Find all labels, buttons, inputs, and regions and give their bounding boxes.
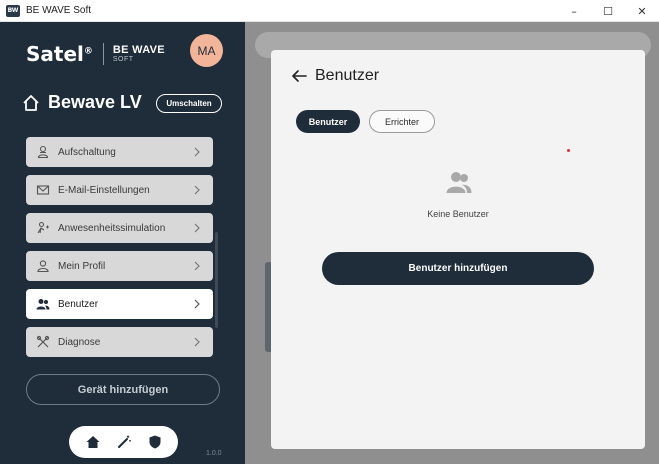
chevron-right-icon xyxy=(194,261,200,271)
house-icon xyxy=(23,94,39,111)
shield-icon[interactable] xyxy=(147,434,163,450)
users-panel: Benutzer Benutzer Errichter Keine Benutz… xyxy=(271,50,645,449)
menu-item-my-profile[interactable]: Mein Profil xyxy=(26,251,213,281)
menu-item-label: Benutzer xyxy=(58,298,99,310)
minimize-button[interactable]: – xyxy=(557,0,591,22)
magic-wand-icon[interactable] xyxy=(116,434,132,450)
chevron-right-icon xyxy=(194,185,200,195)
user-icon xyxy=(37,260,49,273)
close-button[interactable]: ✕ xyxy=(625,0,659,22)
menu-item-label: Mein Profil xyxy=(58,260,106,272)
empty-state-text: Keine Benutzer xyxy=(427,209,489,219)
chevron-right-icon xyxy=(194,223,200,233)
menu-item-label: Aufschaltung xyxy=(58,146,116,158)
menu-item-email-settings[interactable]: E-Mail-Einstellungen xyxy=(26,175,213,205)
chevron-right-icon xyxy=(194,299,200,309)
menu-item-diagnose[interactable]: Diagnose xyxy=(26,327,213,357)
menu-item-label: E-Mail-Einstellungen xyxy=(58,184,150,196)
window-title: BE WAVE Soft xyxy=(26,5,92,16)
menu-item-users[interactable]: Benutzer xyxy=(26,289,213,319)
brand-name: Satel® xyxy=(26,42,93,66)
tab-benutzer[interactable]: Benutzer xyxy=(296,110,360,133)
house-header: Bewave LV xyxy=(22,92,142,113)
panel-header: Benutzer xyxy=(291,67,379,85)
user-type-tabs: Benutzer Errichter xyxy=(296,110,444,133)
product-logo: BE WAVE SOFT xyxy=(112,44,165,64)
menu-item-label: Anwesenheitssimulation xyxy=(58,222,166,234)
add-device-button[interactable]: Gerät hinzufügen xyxy=(26,374,220,405)
avatar[interactable]: MA xyxy=(190,34,223,67)
chevron-right-icon xyxy=(194,337,200,347)
mail-icon xyxy=(36,185,50,195)
menu-item-label: Diagnose xyxy=(58,336,101,348)
add-user-button[interactable]: Benutzer hinzufügen xyxy=(322,252,594,285)
users-icon xyxy=(36,299,50,310)
chevron-right-icon xyxy=(194,147,200,157)
logo-divider xyxy=(102,43,104,65)
guard-person-icon xyxy=(37,145,49,159)
back-arrow-icon[interactable] xyxy=(291,69,307,83)
red-dot-marker xyxy=(567,149,570,152)
settings-menu: Aufschaltung E-Mail-Einstellungen Anwese… xyxy=(26,137,213,365)
users-empty-icon xyxy=(446,172,472,193)
bottom-nav xyxy=(69,426,178,458)
panel-title: Benutzer xyxy=(315,67,380,84)
window-titlebar: BW BE WAVE Soft – ☐ ✕ xyxy=(0,0,659,22)
maximize-button[interactable]: ☐ xyxy=(591,0,625,22)
tab-errichter[interactable]: Errichter xyxy=(369,110,435,133)
menu-item-presence-simulation[interactable]: Anwesenheitssimulation xyxy=(26,213,213,243)
app-version: 1.0.0 xyxy=(206,450,222,457)
sidebar: Satel® BE WAVE SOFT MA Bewave LV Umschal… xyxy=(0,22,245,464)
house-name: Bewave LV xyxy=(48,92,142,112)
menu-scrollbar[interactable] xyxy=(215,232,218,328)
home-icon[interactable] xyxy=(85,434,101,450)
tools-icon xyxy=(36,335,50,348)
switch-house-button[interactable]: Umschalten xyxy=(156,94,222,113)
app-icon: BW xyxy=(6,4,20,17)
menu-item-aufschaltung[interactable]: Aufschaltung xyxy=(26,137,213,167)
presence-simulation-icon xyxy=(37,221,49,234)
